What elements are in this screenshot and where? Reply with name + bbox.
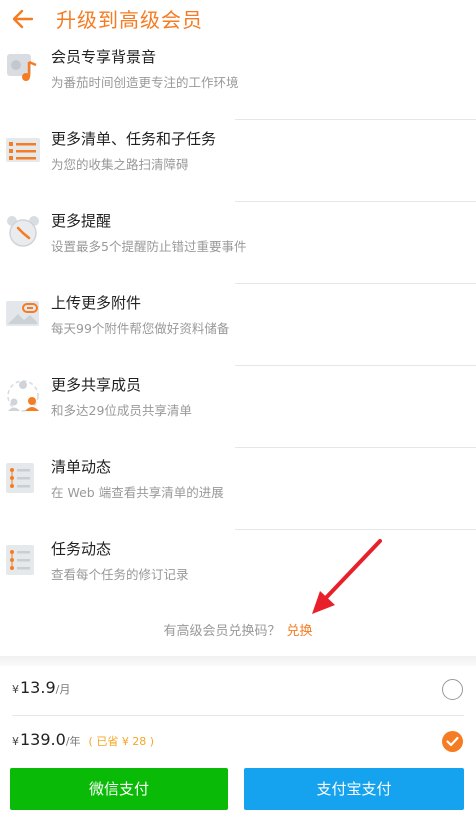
wechat-pay-button[interactable]: 微信支付 — [10, 768, 228, 810]
feature-item: 更多共享成员 和多达29位成员共享清单 — [0, 366, 476, 448]
feature-title: 会员专享背景音 — [51, 48, 157, 66]
unit: /月 — [55, 683, 71, 696]
amount: 13.9 — [20, 678, 56, 697]
currency: ¥ — [12, 683, 19, 696]
feature-item: 上传更多附件 每天99个附件帮您做好资料储备 — [0, 284, 476, 366]
back-arrow-icon[interactable] — [10, 6, 36, 32]
feature-title: 上传更多附件 — [51, 294, 142, 312]
red-arrow-icon — [312, 539, 382, 614]
feature-list: 会员专享背景音 为番茄时间创造更专注的工作环境 更多清单、任务和子任务 为您的收… — [0, 38, 476, 612]
feature-title: 任务动态 — [51, 540, 112, 558]
savings-badge: ( 已省 ¥ 28 ) — [88, 735, 155, 748]
feature-item: 任务动态 查看每个任务的修订记录 — [0, 530, 476, 612]
redeem-link[interactable]: 兑换 — [287, 624, 313, 639]
amount: 139.0 — [20, 730, 66, 749]
redeem-row: 有高级会员兑换码？ 兑换 — [0, 620, 476, 639]
feature-title: 清单动态 — [51, 458, 112, 476]
list-activity-icon — [6, 463, 34, 493]
feature-desc: 查看每个任务的修订记录 — [51, 567, 189, 582]
feature-desc: 为番茄时间创造更专注的工作环境 — [51, 75, 239, 90]
feature-item: 更多提醒 设置最多5个提醒防止错过重要事件 — [0, 202, 476, 284]
feature-desc: 每天99个附件帮您做好资料储备 — [51, 321, 230, 336]
feature-item: 会员专享背景音 为番茄时间创造更专注的工作环境 — [0, 38, 476, 120]
plan-yearly[interactable]: ¥139.0/年 ( 已省 ¥ 28 ) — [0, 716, 476, 768]
feature-desc: 和多达29位成员共享清单 — [51, 403, 192, 418]
alipay-button[interactable]: 支付宝支付 — [244, 768, 464, 810]
task-activity-icon — [6, 545, 34, 575]
feature-item: 更多清单、任务和子任务 为您的收集之路扫清障碍 — [0, 120, 476, 202]
feature-desc: 设置最多5个提醒防止错过重要事件 — [51, 239, 247, 254]
feature-desc: 在 Web 端查看共享清单的进展 — [51, 485, 224, 500]
redeem-prompt: 有高级会员兑换码？ — [163, 624, 281, 639]
check-icon — [446, 736, 459, 747]
page-title: 升级到高级会员 — [56, 8, 203, 32]
payment-buttons: 微信支付 支付宝支付 — [0, 768, 476, 810]
music-note-icon — [7, 54, 37, 81]
alarm-clock-icon — [7, 216, 39, 247]
plan-price: ¥13.9/月 — [12, 678, 70, 697]
list-icon — [6, 138, 40, 162]
header: 升级到高级会员 — [0, 0, 476, 38]
feature-desc: 为您的收集之路扫清障碍 — [51, 157, 189, 172]
currency: ¥ — [12, 735, 19, 748]
plan-price: ¥139.0/年 ( 已省 ¥ 28 ) — [12, 730, 154, 749]
radio-checked[interactable] — [442, 731, 463, 752]
feature-title: 更多清单、任务和子任务 — [51, 130, 217, 148]
unit: /年 — [65, 735, 81, 748]
feature-title: 更多共享成员 — [51, 376, 142, 394]
plan-monthly[interactable]: ¥13.9/月 — [0, 664, 476, 716]
feature-title: 更多提醒 — [51, 212, 112, 230]
attachment-icon — [6, 301, 39, 326]
radio-unchecked[interactable] — [442, 679, 463, 700]
shared-members-icon — [7, 380, 39, 412]
feature-item: 清单动态 在 Web 端查看共享清单的进展 — [0, 448, 476, 530]
